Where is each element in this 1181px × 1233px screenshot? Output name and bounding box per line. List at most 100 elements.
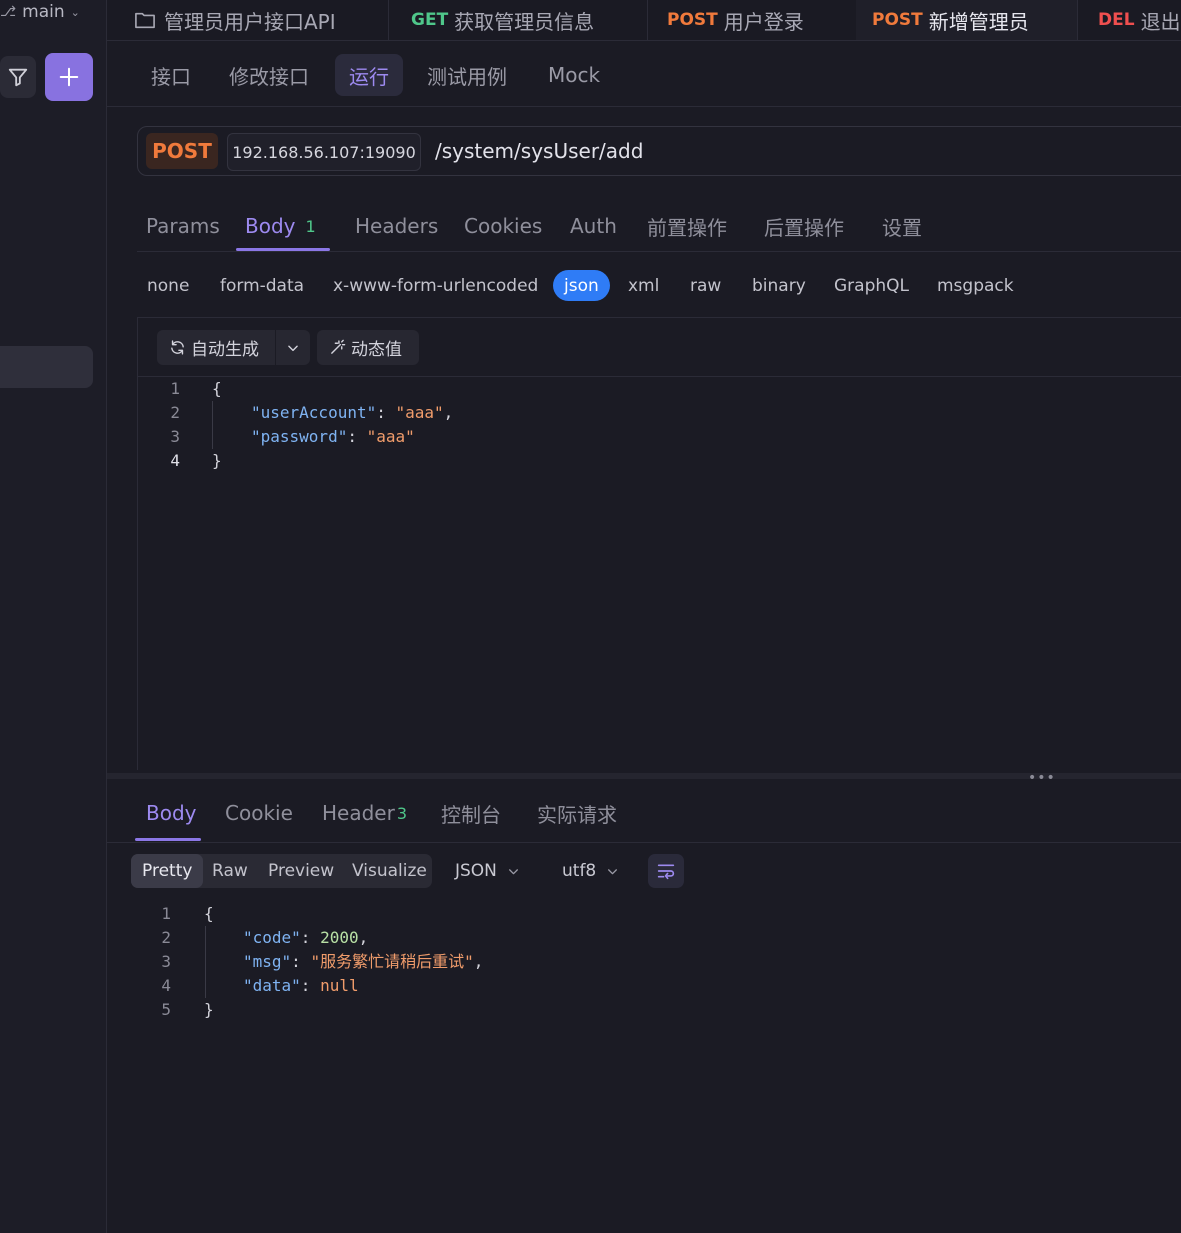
tab-user-login[interactable]: POST 用户登录 [667, 0, 857, 40]
tab-label: 后置操作 [764, 215, 844, 240]
tab-method: GET [411, 10, 449, 30]
body-type-binary[interactable]: binary [752, 270, 806, 301]
response-tab-body[interactable]: Body [146, 795, 197, 831]
subnav-mock[interactable]: Mock [534, 54, 614, 96]
view-raw[interactable]: Raw [212, 854, 248, 888]
view-label: Pretty [142, 861, 193, 881]
tab-label: 管理员用户接口API [164, 9, 336, 34]
method-select[interactable]: POST [146, 133, 218, 169]
word-wrap-button[interactable] [648, 854, 684, 888]
json-key: "code" [243, 928, 301, 947]
tab-label: 控制台 [441, 802, 501, 827]
host-chip[interactable]: 192.168.56.107:19090 [227, 133, 421, 171]
tab-auth[interactable]: Auth [570, 206, 617, 246]
tab-label: 用户登录 [723, 9, 804, 34]
drag-handle-icon[interactable]: ••• [1028, 770, 1056, 786]
tab-label: Body [245, 214, 296, 238]
divider [107, 106, 1181, 107]
code-token: : [300, 928, 321, 947]
body-type-label: binary [752, 275, 806, 296]
subnav-interface[interactable]: 接口 [137, 54, 205, 96]
sidebar-selected-item[interactable] [0, 346, 93, 388]
subnav-run[interactable]: 运行 [335, 54, 403, 96]
tab-label: 退出登录 [1140, 9, 1181, 34]
tab-method: POST [872, 10, 923, 30]
code-token: : [300, 976, 321, 995]
tab-label: 前置操作 [647, 215, 727, 240]
view-visualize[interactable]: Visualize [352, 854, 427, 888]
tab-post-operations[interactable]: 后置操作 [764, 206, 844, 246]
code-token: { [212, 379, 222, 398]
code-line: } [204, 998, 214, 1022]
tab-label: Body [146, 801, 197, 825]
format-value: JSON [455, 861, 497, 881]
tab-label: Cookie [225, 801, 293, 825]
branch-selector[interactable]: ⎇ main ⌄ [0, 0, 80, 24]
dynamic-value-button[interactable]: 动态值 [317, 330, 419, 365]
divider [107, 842, 1181, 843]
body-type-json[interactable]: json [553, 270, 610, 301]
auto-generate-button[interactable]: 自动生成 [157, 330, 275, 365]
code-token: : [347, 427, 367, 446]
tab-get-admin-info[interactable]: GET 获取管理员信息 [411, 0, 648, 40]
line-number: 3 [161, 952, 171, 971]
subnav-test-cases[interactable]: 测试用例 [413, 54, 521, 96]
body-type-msgpack[interactable]: msgpack [937, 270, 1014, 301]
tab-label: Params [146, 214, 220, 238]
tab-body[interactable]: Body 1 [245, 206, 316, 246]
view-preview[interactable]: Preview [268, 854, 334, 888]
tab-label: 设置 [882, 215, 922, 240]
add-button[interactable] [45, 53, 93, 101]
body-type-label: form-data [220, 275, 305, 296]
body-type-form-data[interactable]: form-data [220, 270, 304, 301]
code-token: , [473, 952, 484, 971]
code-line: "msg": "服务繁忙请稍后重试", [243, 950, 483, 974]
tab-settings[interactable]: 设置 [882, 206, 922, 246]
sidebar: ⎇ main ⌄ [0, 0, 107, 1233]
tab-cookies[interactable]: Cookies [464, 206, 542, 246]
encoding-select[interactable]: utf8 [562, 854, 619, 888]
tab-headers[interactable]: Headers [355, 206, 438, 246]
body-type-raw[interactable]: raw [690, 270, 721, 301]
line-number: 5 [161, 1000, 171, 1019]
body-type-graphql[interactable]: GraphQL [834, 270, 909, 301]
tab-label: Auth [570, 214, 617, 238]
code-token: { [204, 904, 214, 923]
filter-button[interactable] [0, 56, 36, 98]
subnav-edit-interface[interactable]: 修改接口 [215, 54, 323, 96]
auto-generate-dropdown[interactable] [276, 330, 310, 365]
tab-params[interactable]: Params [146, 206, 220, 246]
active-tab-indicator [135, 838, 201, 841]
view-pretty[interactable]: Pretty [131, 854, 204, 888]
panel-splitter[interactable] [107, 773, 1181, 779]
code-line: { [204, 902, 214, 926]
tab-folder[interactable]: 管理员用户接口API [134, 0, 389, 40]
chevron-down-icon: ⌄ [70, 5, 80, 19]
response-tab-header[interactable]: Header 3 [322, 795, 407, 831]
code-line: "password": "aaa" [251, 425, 415, 449]
response-body-viewer[interactable]: 1 2 3 4 5 { "code": 2000, "msg": "服务繁忙请稍… [137, 900, 1181, 1230]
line-number: 4 [170, 451, 180, 470]
tab-add-admin[interactable]: POST 新增管理员 [856, 0, 1078, 40]
tab-strip: 管理员用户接口API GET 获取管理员信息 POST 用户登录 POST 新增… [107, 0, 1181, 41]
code-line: "code": 2000, [243, 926, 368, 950]
json-value: 2000 [320, 928, 359, 947]
body-type-none[interactable]: none [147, 270, 189, 301]
body-type-xml[interactable]: xml [628, 270, 659, 301]
path-input[interactable]: /system/sysUser/add [435, 127, 643, 175]
tab-logout[interactable]: DEL 退出登录 [1098, 0, 1181, 40]
body-type-urlencoded[interactable]: x-www-form-urlencoded [333, 270, 538, 301]
response-tab-console[interactable]: 控制台 [441, 795, 501, 831]
response-tab-actual-request[interactable]: 实际请求 [537, 795, 617, 831]
tab-pre-operations[interactable]: 前置操作 [647, 206, 727, 246]
code-token: : [291, 952, 311, 971]
code-token: } [212, 451, 222, 470]
request-body-editor[interactable]: 自动生成 动态值 1 2 3 4 { "userAccount": "aaa",… [137, 317, 1181, 770]
tab-method: POST [667, 10, 718, 30]
subnav-label: 运行 [349, 64, 389, 89]
format-select[interactable]: JSON [455, 854, 520, 888]
body-type-label: json [564, 275, 599, 296]
response-tab-cookie[interactable]: Cookie [225, 795, 293, 831]
view-label: Raw [212, 861, 248, 881]
filter-icon [8, 68, 28, 87]
